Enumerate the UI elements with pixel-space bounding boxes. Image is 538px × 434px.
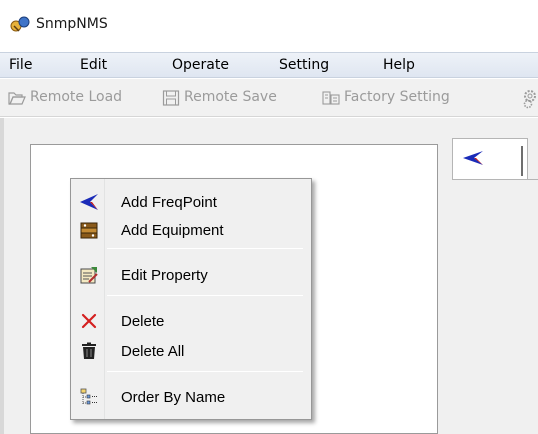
menu-item-delete[interactable]: Delete bbox=[73, 308, 309, 334]
menu-bar: File Edit Operate Setting Help bbox=[0, 52, 538, 78]
floppy-disk-icon bbox=[162, 90, 180, 106]
factory-setting-label: Factory Setting bbox=[344, 89, 450, 105]
remote-load-label: Remote Load bbox=[30, 89, 123, 105]
menu-item-add-equipment[interactable]: Add Equipment bbox=[73, 217, 309, 243]
order-by-name-icon bbox=[80, 388, 97, 405]
title-bar: SnmpNMS bbox=[0, 0, 538, 52]
folder-open-icon bbox=[8, 92, 26, 105]
settings-gears-icon[interactable] bbox=[522, 89, 538, 109]
menu-item-label: Edit Property bbox=[121, 267, 208, 284]
trash-can-icon bbox=[82, 342, 96, 359]
left-border bbox=[0, 118, 4, 434]
menu-item-label: Add Equipment bbox=[121, 222, 224, 239]
remote-save-label: Remote Save bbox=[184, 89, 277, 105]
context-menu-icon-gutter bbox=[71, 179, 105, 419]
factory-setting-button[interactable]: Factory Setting bbox=[322, 89, 482, 109]
menu-item-delete-all[interactable]: Delete All bbox=[73, 338, 309, 364]
menu-item-edit-property[interactable]: Edit Property bbox=[73, 262, 309, 288]
menu-edit[interactable]: Edit bbox=[80, 57, 107, 73]
remote-save-button[interactable]: Remote Save bbox=[162, 89, 302, 109]
factory-setting-icon bbox=[322, 91, 340, 105]
freqpoint-arrow-icon bbox=[463, 151, 483, 165]
context-menu: Add FreqPoint Add Equipment Edit Propert… bbox=[70, 178, 312, 420]
edit-property-icon bbox=[80, 267, 98, 284]
equipment-icon bbox=[80, 222, 98, 239]
menu-separator bbox=[107, 295, 303, 296]
menu-separator bbox=[107, 371, 303, 372]
menu-setting[interactable]: Setting bbox=[279, 57, 329, 73]
menu-item-order-by-name[interactable]: Order By Name bbox=[73, 384, 309, 410]
menu-operate[interactable]: Operate bbox=[172, 57, 229, 73]
toolbar: Remote Load Remote Save Factory Setting bbox=[0, 79, 538, 117]
delete-x-icon bbox=[81, 313, 97, 329]
menu-item-label: Delete All bbox=[121, 343, 185, 360]
window-title: SnmpNMS bbox=[36, 16, 108, 32]
menu-help[interactable]: Help bbox=[383, 57, 415, 73]
remote-load-button[interactable]: Remote Load bbox=[8, 89, 143, 109]
tab-content-area bbox=[452, 179, 538, 434]
menu-separator bbox=[107, 248, 303, 249]
menu-item-label: Delete bbox=[121, 313, 165, 330]
menu-file[interactable]: File bbox=[9, 57, 32, 73]
app-icon bbox=[10, 16, 30, 32]
menu-item-label: Add FreqPoint bbox=[121, 194, 217, 211]
tab-divider bbox=[521, 146, 523, 176]
freqpoint-arrow-icon bbox=[80, 194, 98, 210]
menu-item-add-freqpoint[interactable]: Add FreqPoint bbox=[73, 189, 309, 215]
menu-item-label: Order By Name bbox=[121, 389, 226, 406]
